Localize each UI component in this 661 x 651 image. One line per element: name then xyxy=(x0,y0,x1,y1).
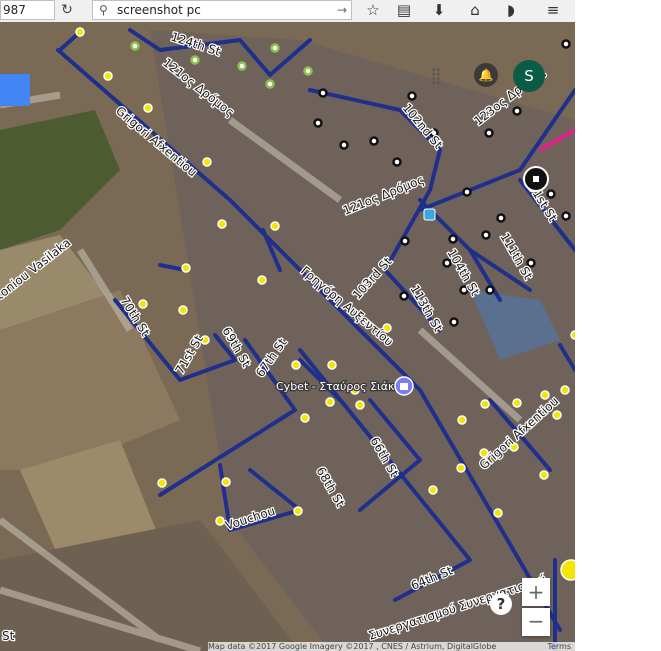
stop-marker[interactable] xyxy=(560,385,570,395)
stop-marker[interactable] xyxy=(303,66,313,76)
browser-toolbar: 987 ↻ ⚲ screenshot pc → ☆ ▤ ⬇ ⌂ ◗ ≡ xyxy=(0,0,575,23)
stop-marker[interactable] xyxy=(462,187,472,197)
stop-marker[interactable] xyxy=(539,470,549,480)
stop-marker[interactable] xyxy=(138,299,148,309)
stop-marker[interactable] xyxy=(392,157,402,167)
stop-marker[interactable] xyxy=(355,400,365,410)
stop-marker[interactable] xyxy=(481,230,491,240)
stop-marker[interactable] xyxy=(407,91,417,101)
reload-icon[interactable]: ↻ xyxy=(56,0,78,20)
apps-grid-icon[interactable]: ⣿ xyxy=(430,67,448,85)
street-label: St xyxy=(2,629,15,643)
stop-marker[interactable] xyxy=(318,88,328,98)
stop-marker[interactable] xyxy=(190,55,200,65)
bookmark-star-icon[interactable]: ☆ xyxy=(360,0,386,20)
stop-marker[interactable] xyxy=(448,234,458,244)
reading-list-icon[interactable]: ▤ xyxy=(391,0,417,20)
search-value: screenshot pc xyxy=(117,3,201,17)
stop-marker[interactable] xyxy=(546,189,556,199)
search-icon: ⚲ xyxy=(99,3,108,17)
map-imagery: 124th St 121ος Δρόμος Grigori Afxentiou … xyxy=(0,22,575,651)
stop-marker[interactable] xyxy=(493,508,503,518)
stop-marker[interactable] xyxy=(512,398,522,408)
notifications-bell-icon[interactable]: 🔔 xyxy=(474,63,498,87)
stop-marker[interactable] xyxy=(291,360,301,370)
stop-marker[interactable] xyxy=(400,236,410,246)
stop-marker[interactable] xyxy=(480,399,490,409)
stop-marker[interactable] xyxy=(484,128,494,138)
stop-marker[interactable] xyxy=(270,221,280,231)
map-attribution: Map data ©2017 Google Imagery ©2017 , CN… xyxy=(208,642,575,651)
stop-marker[interactable] xyxy=(265,79,275,89)
map-canvas[interactable]: 124th St 121ος Δρόμος Grigori Afxentiou … xyxy=(0,22,575,651)
stop-marker[interactable] xyxy=(143,103,153,113)
stop-marker[interactable] xyxy=(456,463,466,473)
stop-marker[interactable] xyxy=(325,397,335,407)
stop-marker[interactable] xyxy=(217,219,227,229)
stop-marker[interactable] xyxy=(157,478,167,488)
stop-marker[interactable] xyxy=(178,305,188,315)
stop-marker[interactable] xyxy=(181,263,191,273)
bus-stop-icon[interactable] xyxy=(423,208,436,221)
stop-marker[interactable] xyxy=(215,516,225,526)
stop-marker[interactable] xyxy=(339,140,349,150)
stop-marker[interactable] xyxy=(313,118,323,128)
stop-marker[interactable] xyxy=(399,291,409,301)
stop-marker[interactable] xyxy=(237,61,247,71)
stop-marker[interactable] xyxy=(485,285,495,295)
help-button[interactable]: ? xyxy=(490,593,512,615)
stop-marker[interactable] xyxy=(561,39,571,49)
stop-marker[interactable] xyxy=(512,106,522,116)
selected-place-marker[interactable] xyxy=(523,166,549,192)
stop-marker[interactable] xyxy=(369,136,379,146)
shopping-bag-icon-glyph xyxy=(400,383,408,390)
stop-marker[interactable] xyxy=(449,317,459,327)
stop-marker[interactable] xyxy=(75,27,85,37)
stop-marker[interactable] xyxy=(257,275,267,285)
stop-marker[interactable] xyxy=(221,477,231,487)
side-panel-tab[interactable] xyxy=(0,74,30,106)
stop-marker[interactable] xyxy=(496,213,506,223)
avatar[interactable]: S xyxy=(513,60,545,92)
menu-icon[interactable]: ≡ xyxy=(540,0,566,20)
pocket-icon[interactable]: ◗ xyxy=(498,0,524,20)
url-field[interactable]: 987 xyxy=(0,0,55,20)
zoom-in-button[interactable]: + xyxy=(522,578,550,606)
stop-marker-large[interactable] xyxy=(560,559,575,581)
stop-marker[interactable] xyxy=(561,211,571,221)
attribution-text: Map data ©2017 Google Imagery ©2017 , CN… xyxy=(208,642,497,651)
download-icon[interactable]: ⬇ xyxy=(426,0,452,20)
stop-marker[interactable] xyxy=(552,410,562,420)
search-input[interactable]: ⚲ screenshot pc → xyxy=(92,0,352,20)
poi-label[interactable]: Cybet - Σταύρος Σιάκος xyxy=(275,379,409,395)
go-arrow-icon[interactable]: → xyxy=(337,1,347,19)
stop-marker[interactable] xyxy=(202,157,212,167)
stop-marker[interactable] xyxy=(428,485,438,495)
home-icon[interactable]: ⌂ xyxy=(462,0,488,20)
stop-marker[interactable] xyxy=(103,71,113,81)
stop-marker[interactable] xyxy=(327,360,337,370)
terms-link[interactable]: Terms xyxy=(547,642,571,651)
stop-marker[interactable] xyxy=(130,41,140,51)
page-margin xyxy=(575,0,661,651)
stop-marker[interactable] xyxy=(270,43,280,53)
stop-marker[interactable] xyxy=(300,413,310,423)
stop-marker[interactable] xyxy=(293,506,303,516)
zoom-out-button[interactable]: − xyxy=(522,608,550,636)
stop-marker[interactable] xyxy=(457,415,467,425)
